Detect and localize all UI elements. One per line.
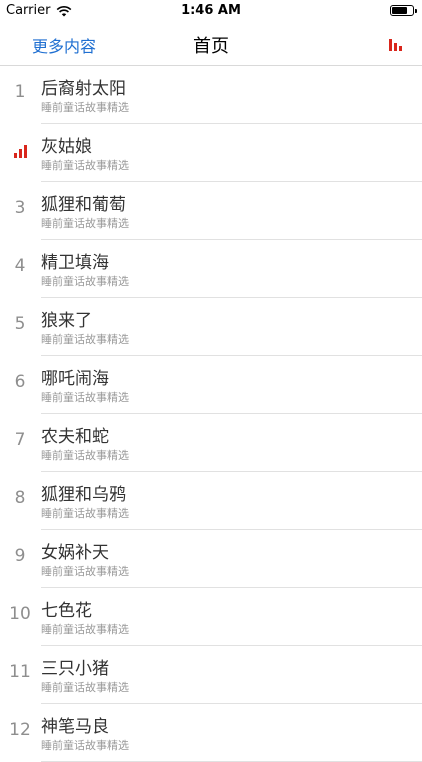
story-title: 精卫填海 — [41, 253, 109, 273]
story-title: 狐狸和葡萄 — [41, 195, 126, 215]
story-index: 8 — [14, 488, 26, 508]
story-index: 5 — [14, 314, 26, 334]
story-title: 农夫和蛇 — [41, 427, 109, 447]
story-index: 4 — [14, 256, 26, 276]
story-index: 11 — [9, 662, 31, 682]
story-index: 3 — [14, 198, 26, 218]
battery-level — [392, 7, 408, 14]
story-index: 12 — [9, 720, 31, 740]
story-title: 七色花 — [41, 601, 92, 621]
story-subtitle: 睡前童话故事精选 — [41, 391, 129, 404]
story-subtitle: 睡前童话故事精选 — [41, 449, 129, 462]
story-title: 神笔马良 — [41, 717, 109, 737]
story-title: 狼来了 — [41, 311, 92, 331]
story-row[interactable]: 5 狼来了睡前童话故事精选 — [0, 298, 422, 356]
nav-bar: 更多内容 首页 — [0, 22, 422, 66]
story-row[interactable]: 6 哪吒闹海睡前童话故事精选 — [0, 356, 422, 414]
bar-chart-icon[interactable] — [388, 37, 404, 51]
story-row[interactable]: 11 三只小猪睡前童话故事精选 — [0, 646, 422, 704]
status-time: 1:46 AM — [181, 3, 241, 18]
story-row[interactable]: 8 狐狸和乌鸦睡前童话故事精选 — [0, 472, 422, 530]
story-subtitle: 睡前童话故事精选 — [41, 217, 129, 230]
story-row[interactable]: 1 后裔射太阳睡前童话故事精选 — [0, 66, 422, 124]
story-title: 后裔射太阳 — [41, 79, 126, 99]
story-subtitle: 睡前童话故事精选 — [41, 507, 129, 520]
story-subtitle: 睡前童话故事精选 — [41, 739, 129, 752]
story-title: 灰姑娘 — [41, 137, 92, 157]
story-index: 1 — [14, 82, 26, 102]
story-subtitle: 睡前童话故事精选 — [41, 623, 129, 636]
story-index: 7 — [14, 430, 26, 450]
story-row[interactable]: 12 神笔马良睡前童话故事精选 — [0, 704, 422, 762]
story-row[interactable]: 4 精卫填海睡前童话故事精选 — [0, 240, 422, 298]
story-index: 10 — [9, 604, 31, 624]
more-content-button[interactable]: 更多内容 — [32, 33, 96, 57]
story-row[interactable]: 3 狐狸和葡萄睡前童话故事精选 — [0, 182, 422, 240]
story-subtitle: 睡前童话故事精选 — [41, 565, 129, 578]
story-row[interactable]: 9 女娲补天睡前童话故事精选 — [0, 530, 422, 588]
story-row[interactable]: 灰姑娘睡前童话故事精选 — [0, 124, 422, 182]
story-subtitle: 睡前童话故事精选 — [41, 681, 129, 694]
story-title: 女娲补天 — [41, 543, 109, 563]
now-playing-icon — [14, 145, 27, 158]
story-title: 三只小猪 — [41, 659, 109, 679]
story-subtitle: 睡前童话故事精选 — [41, 275, 129, 288]
story-list: 1 后裔射太阳 睡前童话故事精选 灰姑娘 睡前童话故事精选 3 狐狸和葡萄 睡前童话故事精选 4… — [0, 66, 422, 762]
story-title: 狐狸和乌鸦 — [41, 485, 126, 505]
status-bar: Carrier 1:46 AM — [0, 0, 422, 22]
story-row[interactable]: 7 农夫和蛇睡前童话故事精选 — [0, 414, 422, 472]
battery-icon — [390, 5, 417, 16]
story-row[interactable]: 10 七色花睡前童话故事精选 — [0, 588, 422, 646]
story-title: 哪吒闹海 — [41, 369, 109, 389]
story-index: 6 — [14, 372, 26, 392]
story-subtitle: 睡前童话故事精选 — [41, 333, 129, 346]
story-subtitle: 睡前童话故事精选 — [41, 159, 129, 172]
story-subtitle: 睡前童话故事精选 — [41, 101, 129, 114]
story-index: 9 — [14, 546, 26, 566]
